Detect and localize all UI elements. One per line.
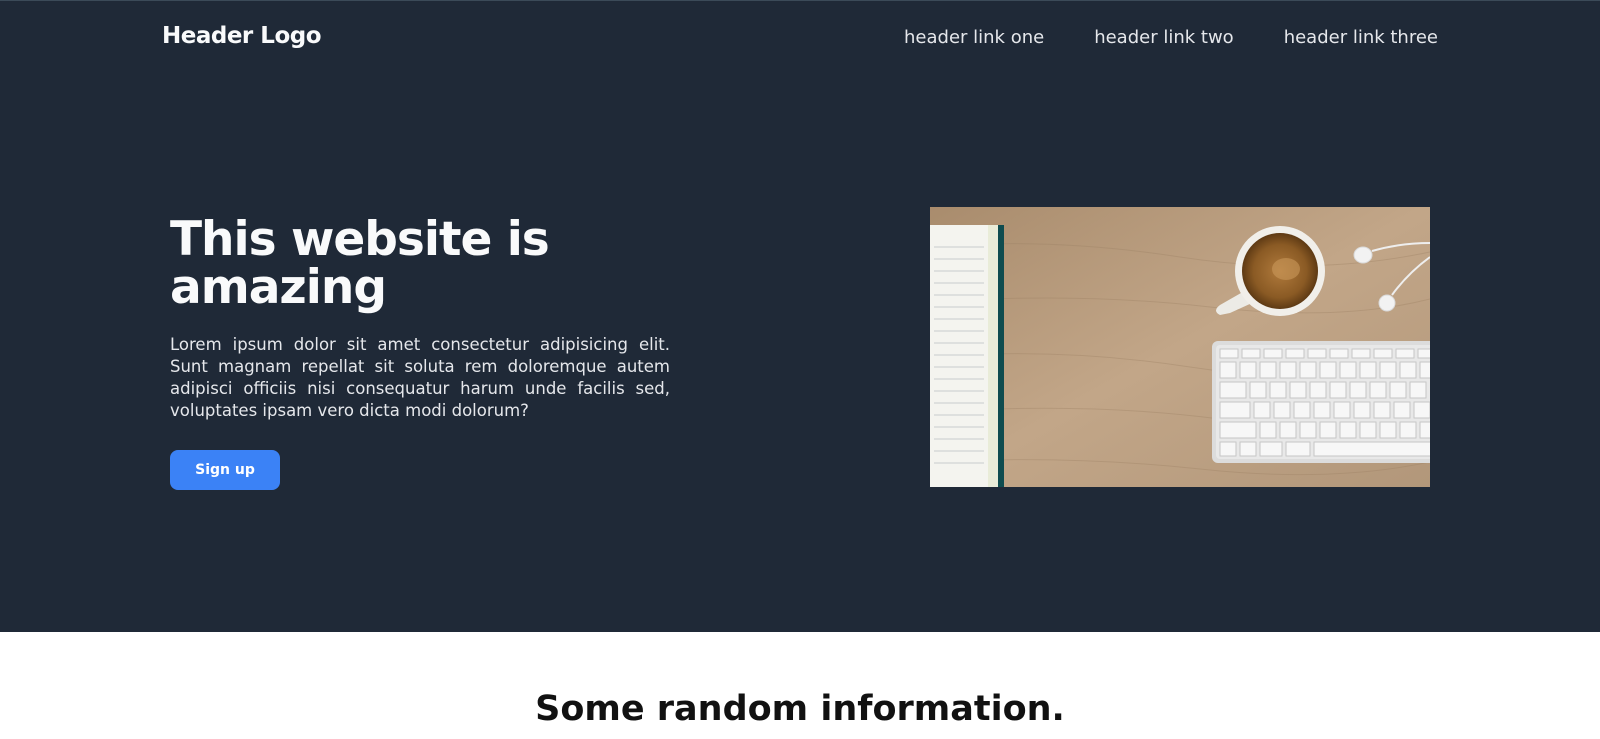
keyboard (1212, 341, 1430, 463)
hero-description: Lorem ipsum dolor sit amet consectetur a… (170, 335, 670, 420)
header-link-two[interactable]: header link two (1094, 27, 1233, 48)
header-logo[interactable]: Header Logo (162, 23, 322, 49)
hero-title: This website is amazing (170, 212, 550, 315)
hero-section: Header Logo header link one header link … (0, 0, 1600, 632)
hero-image (930, 207, 1430, 487)
notebook (930, 225, 1004, 487)
sign-up-button[interactable]: Sign up (170, 450, 280, 490)
header-nav: header link one header link two header l… (904, 27, 1438, 48)
info-section-title: Some random information. (535, 689, 1065, 729)
hero-text-block: This website is amazing Lorem ipsum dolo… (170, 212, 670, 490)
header-link-three[interactable]: header link three (1284, 27, 1438, 48)
site-header: Header Logo header link one header link … (0, 1, 1600, 79)
header-link-one[interactable]: header link one (904, 27, 1044, 48)
desk-illustration (930, 207, 1430, 487)
